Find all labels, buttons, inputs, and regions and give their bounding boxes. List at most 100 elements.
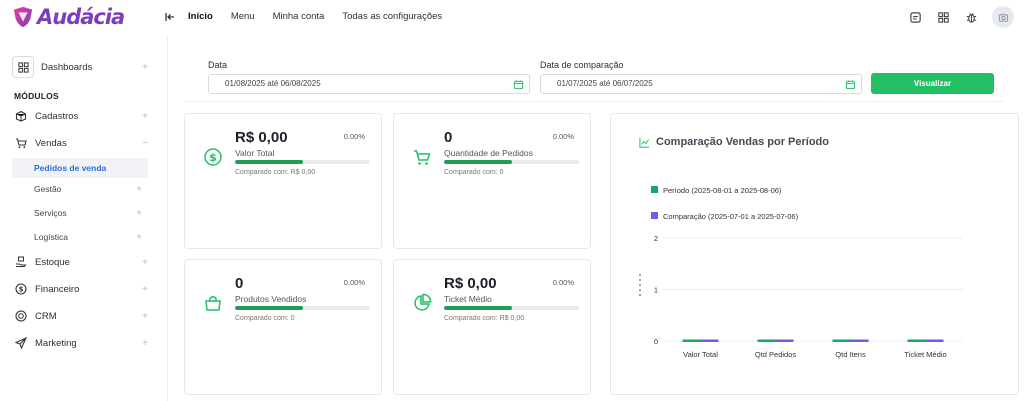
top-icons (908, 6, 1014, 28)
sidebar-sub-label: Serviços (34, 208, 67, 218)
sidebar-item-label: Financeiro (35, 283, 80, 295)
target-icon (14, 310, 27, 323)
avatar-icon[interactable] (992, 6, 1014, 28)
kpi-label: Quantidade de Pedidos (444, 148, 533, 158)
expand-plus-icon[interactable]: + (142, 111, 148, 122)
kpi-progress-fill (444, 160, 512, 164)
x-tick-label: Valor Total (683, 350, 718, 359)
kpi-card-quantidade-pedidos: 0 0.00% Quantidade de Pedidos Comparado … (393, 113, 591, 249)
kpi-progress-bar (235, 160, 370, 164)
kpi-value: 0 (235, 275, 244, 292)
expand-plus-icon[interactable]: + (136, 208, 142, 219)
logo-shield-icon (13, 6, 33, 28)
legend-label: Comparação (2025-07-01 a 2025-07-06) (663, 212, 799, 221)
box-icon (14, 110, 27, 123)
logo-text: Audácia (37, 5, 125, 29)
pie-chart-icon (414, 293, 432, 311)
nav-minha-conta[interactable]: Minha conta (273, 11, 325, 22)
date-range-input[interactable]: 01/08/2025 até 06/08/2025 (208, 74, 530, 94)
expand-plus-icon[interactable]: + (142, 257, 148, 268)
date-label: Data (208, 60, 228, 70)
nav-menu[interactable]: Menu (231, 11, 255, 22)
bar (682, 339, 701, 342)
sidebar-item-cadastros[interactable]: Cadastros + (14, 106, 154, 126)
compare-date-label: Data de comparação (540, 60, 624, 70)
calendar-icon[interactable] (513, 79, 524, 90)
bar (757, 339, 776, 342)
sidebar-sub-gestao[interactable]: Gestão + (12, 179, 148, 199)
bar-chart: Período (2025-08-01 a 2025-08-06) Compara… (639, 186, 963, 359)
kpi-value: 0 (444, 129, 453, 146)
kpi-percent: 0.00% (343, 278, 365, 287)
kpi-compared: Comparado com: 0 (235, 315, 295, 322)
kpi-value: R$ 0,00 (235, 129, 288, 146)
compare-date-range-input[interactable]: 01/07/2025 até 06/07/2025 (540, 74, 862, 94)
nav-inicio[interactable]: Início (188, 11, 213, 22)
kpi-percent: 0.00% (552, 132, 574, 141)
collapse-sidebar-icon[interactable] (163, 11, 177, 25)
expand-plus-icon[interactable]: + (142, 338, 148, 349)
top-nav: Início Menu Minha conta Todas as configu… (188, 11, 442, 22)
kpi-percent: 0.00% (552, 278, 574, 287)
sidebar-sub-pedidos-de-venda[interactable]: Pedidos de venda (12, 158, 148, 178)
legend-label: Período (2025-08-01 a 2025-08-06) (663, 186, 782, 195)
expand-plus-icon[interactable]: + (142, 311, 148, 322)
sidebar-item-financeiro[interactable]: $ Financeiro + (14, 279, 154, 299)
nav-todas-configuracoes[interactable]: Todas as configurações (342, 11, 442, 22)
bar (775, 339, 794, 342)
collapse-minus-icon[interactable]: − (142, 138, 148, 149)
bar (925, 339, 944, 342)
kpi-compared: Comparado com: R$ 0,00 (444, 315, 525, 322)
legend-swatch (651, 212, 658, 219)
visualizar-button[interactable]: Visualizar (871, 73, 994, 94)
sidebar-item-vendas[interactable]: Vendas − (14, 133, 154, 153)
hand-box-icon (14, 256, 27, 269)
sidebar-item-marketing[interactable]: Marketing + (14, 333, 154, 353)
sidebar-item-label: CRM (35, 310, 57, 322)
kpi-progress-bar (235, 306, 370, 310)
sidebar-item-label: Estoque (35, 256, 70, 268)
svg-text:$: $ (209, 151, 217, 164)
sidebar-sub-label: Logística (34, 232, 69, 242)
cart-icon (14, 137, 27, 150)
kpi-progress-fill (235, 306, 303, 310)
kpi-progress-bar (444, 306, 579, 310)
kpi-card-valor-total: $ R$ 0,00 0.00% Valor Total Comparado co… (184, 113, 382, 249)
sidebar-sub-logistica[interactable]: Logística + (12, 227, 148, 247)
expand-plus-icon[interactable]: + (136, 232, 142, 243)
bug-icon[interactable] (964, 10, 978, 24)
expand-plus-icon[interactable]: + (142, 62, 148, 73)
compare-date-range-value: 01/07/2025 até 06/07/2025 (557, 79, 653, 88)
y-tick-label: 1 (654, 286, 658, 295)
kpi-progress-bar (444, 160, 579, 164)
bar (832, 339, 851, 342)
logo[interactable]: Audácia (12, 5, 125, 29)
dollar-circle-icon: $ (14, 283, 27, 296)
sidebar-sub-servicos[interactable]: Serviços + (12, 203, 148, 223)
kpi-label: Produtos Vendidos (235, 294, 307, 304)
sidebar-sub-label: Gestão (34, 184, 62, 194)
sidebar-item-dashboards[interactable]: Dashboards + (12, 53, 154, 81)
sidebar-item-estoque[interactable]: Estoque + (14, 252, 154, 272)
calendar-icon[interactable] (845, 79, 856, 90)
sidebar-item-crm[interactable]: CRM + (14, 306, 154, 326)
kpi-progress-fill (444, 306, 512, 310)
expand-plus-icon[interactable]: + (142, 284, 148, 295)
x-tick-label: Ticket Médio (904, 350, 946, 359)
apps-grid-icon[interactable] (936, 10, 950, 24)
kpi-label: Ticket Médio (444, 294, 492, 304)
date-range-value: 01/08/2025 até 06/08/2025 (225, 79, 321, 88)
y-tick-label: 2 (654, 234, 658, 243)
cart-icon (414, 150, 431, 165)
paper-plane-icon (14, 337, 27, 350)
chart-card: Comparação Vendas por Período Período (2… (610, 113, 1019, 395)
notes-icon[interactable] (908, 10, 922, 24)
y-tick-label: 0 (654, 337, 658, 346)
expand-plus-icon[interactable]: + (136, 184, 142, 195)
sidebar-section-title: MÓDULOS (14, 91, 59, 101)
top-bar: Audácia Início Menu Minha conta Todas as… (0, 0, 1024, 36)
bar (850, 339, 869, 342)
bag-icon (205, 296, 221, 311)
sidebar: Dashboards + MÓDULOS Cadastros + Vendas … (0, 36, 168, 401)
kpi-value: R$ 0,00 (444, 275, 497, 292)
